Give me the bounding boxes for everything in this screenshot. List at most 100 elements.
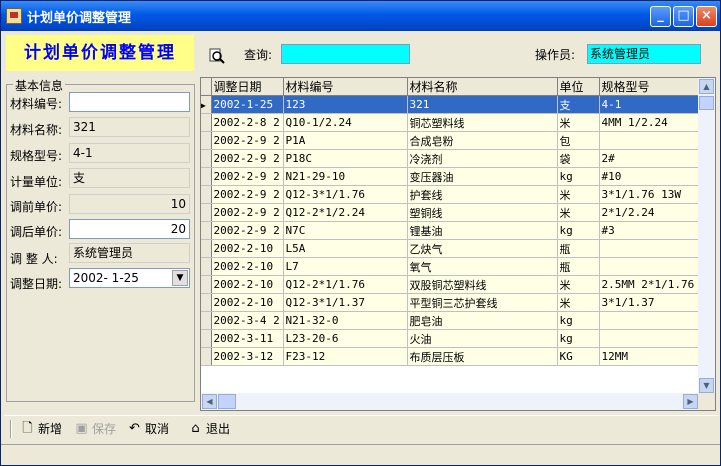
table-cell[interactable]: P18C [283, 149, 408, 168]
table-cell[interactable]: 2002-2-10 [211, 239, 284, 258]
table-cell[interactable]: 瓶 [557, 257, 600, 276]
table-cell[interactable]: 2002-2-9 2 [211, 185, 284, 204]
table-cell[interactable]: 123 [283, 95, 408, 114]
table-row[interactable]: 2002-2-10 Q12-2*1/1.76 双股铜芯塑料线米 2.5MM 2*1/1… [201, 275, 710, 294]
horizontal-scrollbar[interactable]: ◀ ▶ [201, 393, 699, 410]
row-indicator[interactable] [201, 329, 212, 348]
row-indicator[interactable] [201, 131, 212, 150]
exit-button[interactable]: ⌂ 退出 [186, 419, 230, 439]
hscroll-thumb[interactable] [218, 394, 236, 409]
row-indicator[interactable] [201, 113, 212, 132]
row-indicator[interactable] [201, 311, 212, 330]
table-row[interactable]: 2002-2-9 2 P18C 冷浇剂袋 2# [201, 149, 710, 168]
table-cell[interactable]: N21-32-0 [283, 311, 408, 330]
table-cell[interactable]: 3*1/1.76 13W [599, 185, 710, 204]
row-indicator[interactable] [201, 149, 212, 168]
new-button[interactable]: 🗋 新增 [18, 419, 62, 439]
table-cell[interactable]: 米 [557, 185, 600, 204]
table-row[interactable]: 2002-2-9 2 P1A 合成皂粉包 [201, 131, 710, 150]
row-indicator[interactable] [201, 185, 212, 204]
table-row[interactable]: 2002-3-12 F23-12 布质层压板 KG 12MM [201, 347, 710, 366]
table-cell[interactable]: 包 [557, 131, 600, 150]
table-cell[interactable]: 米 [557, 275, 600, 294]
table-cell[interactable]: kg [557, 167, 600, 186]
table-cell[interactable]: 2*1/2.24 [599, 203, 710, 222]
table-cell[interactable]: 氧气 [407, 257, 558, 276]
table-cell[interactable]: Q12-3*1/1.76 [283, 185, 408, 204]
column-header-date[interactable]: 调整日期 [211, 78, 284, 96]
scroll-up-icon[interactable]: ▲ [699, 79, 714, 94]
table-cell[interactable]: 2002-2-9 2 [211, 131, 284, 150]
table-cell[interactable]: 合成皂粉 [407, 131, 558, 150]
table-cell[interactable]: 321 [407, 95, 558, 114]
price-after-input[interactable]: 20 [69, 219, 190, 239]
close-button[interactable]: × [696, 6, 717, 27]
table-cell[interactable]: 3*1/1.37 [599, 293, 710, 312]
row-indicator[interactable] [201, 257, 212, 276]
table-cell[interactable]: 2002-3-4 2 [211, 311, 284, 330]
table-cell[interactable]: 冷浇剂 [407, 149, 558, 168]
table-cell[interactable]: 米 [557, 113, 600, 132]
table-cell[interactable]: 12MM [599, 347, 710, 366]
adjust-date-picker[interactable]: 2002- 1-25 ▼ [69, 268, 190, 288]
row-indicator[interactable] [201, 167, 212, 186]
table-cell[interactable]: 4MM 1/2.24 [599, 113, 710, 132]
cancel-button[interactable]: ↶ 取消 [125, 419, 169, 439]
table-row[interactable]: 2002-2-9 2 Q12-2*1/2.24 塑铜线米 2*1/2.24 [201, 203, 710, 222]
column-header-unit[interactable]: 单位 [557, 78, 600, 96]
table-cell[interactable]: 2002-2-9 2 [211, 203, 284, 222]
vertical-scrollbar[interactable]: ▲ ▼ [698, 78, 715, 394]
table-row[interactable]: 2002-2-10 L7 氧气瓶 [201, 257, 710, 276]
table-cell[interactable]: 2002-2-10 [211, 293, 284, 312]
table-cell[interactable]: N21-29-10 [283, 167, 408, 186]
table-row[interactable]: 2002-3-11 L23-20-6 火油 kg [201, 329, 710, 348]
table-cell[interactable] [599, 311, 710, 330]
row-indicator[interactable] [201, 221, 212, 240]
table-row[interactable]: 2002-2-10 Q12-3*1/1.37 平型铜三芯护套线米 3*1/1.37 [201, 293, 710, 312]
table-cell[interactable]: 2002-2-10 [211, 257, 284, 276]
table-cell[interactable]: 2002-3-11 [211, 329, 284, 348]
table-cell[interactable]: L23-20-6 [283, 329, 408, 348]
scroll-right-icon[interactable]: ▶ [683, 394, 698, 409]
row-indicator[interactable] [201, 239, 212, 258]
row-indicator[interactable] [201, 275, 212, 294]
title-bar[interactable]: 计划单价调整管理 _ □ × [1, 1, 720, 31]
table-cell[interactable]: Q12-2*1/2.24 [283, 203, 408, 222]
table-cell[interactable]: Q12-2*1/1.76 [283, 275, 408, 294]
table-row[interactable]: ▶ 2002-1-25 123 321 支 4-1 [201, 95, 710, 114]
column-header-code[interactable]: 材料编号 [283, 78, 408, 96]
table-cell[interactable]: #3 [599, 221, 710, 240]
scroll-down-icon[interactable]: ▼ [699, 378, 714, 393]
table-cell[interactable]: 4-1 [599, 95, 710, 114]
table-cell[interactable]: F23-12 [283, 347, 408, 366]
table-cell[interactable] [599, 131, 710, 150]
table-cell[interactable]: 2002-2-9 2 [211, 167, 284, 186]
table-row[interactable]: 2002-2-9 2 N21-29-10 变压器油 kg #10 [201, 167, 710, 186]
chevron-down-icon[interactable]: ▼ [172, 270, 188, 286]
table-cell[interactable]: 变压器油 [407, 167, 558, 186]
table-row[interactable]: 2002-2-8 2 Q10-1/2.24 铜芯塑料线米 4MM 1/2.24 [201, 113, 710, 132]
table-cell[interactable]: KG [557, 347, 600, 366]
table-cell[interactable]: 2002-2-8 2 [211, 113, 284, 132]
table-cell[interactable]: 2002-2-9 2 [211, 149, 284, 168]
table-cell[interactable]: 支 [557, 95, 600, 114]
table-cell[interactable]: 布质层压板 [407, 347, 558, 366]
table-row[interactable]: 2002-2-9 2 Q12-3*1/1.76 护套线米 3*1/1.76 13W [201, 185, 710, 204]
table-row[interactable]: 2002-3-4 2 N21-32-0 肥皂油 kg [201, 311, 710, 330]
minimize-button[interactable]: _ [650, 6, 671, 27]
table-cell[interactable]: 袋 [557, 149, 600, 168]
table-cell[interactable]: 平型铜三芯护套线 [407, 293, 558, 312]
table-cell[interactable]: kg [557, 311, 600, 330]
column-header-spec[interactable]: 规格型号 [599, 78, 710, 96]
row-indicator[interactable]: ▶ [201, 95, 212, 114]
row-indicator[interactable] [201, 203, 212, 222]
table-cell[interactable]: Q12-3*1/1.37 [283, 293, 408, 312]
scroll-thumb[interactable] [699, 96, 714, 110]
table-cell[interactable]: N7C [283, 221, 408, 240]
row-indicator[interactable] [201, 347, 212, 366]
table-cell[interactable]: 2002-2-10 [211, 275, 284, 294]
table-cell[interactable]: 2002-2-9 2 [211, 221, 284, 240]
table-cell[interactable]: 2002-3-12 [211, 347, 284, 366]
table-cell[interactable]: 铜芯塑料线 [407, 113, 558, 132]
table-cell[interactable]: 米 [557, 203, 600, 222]
